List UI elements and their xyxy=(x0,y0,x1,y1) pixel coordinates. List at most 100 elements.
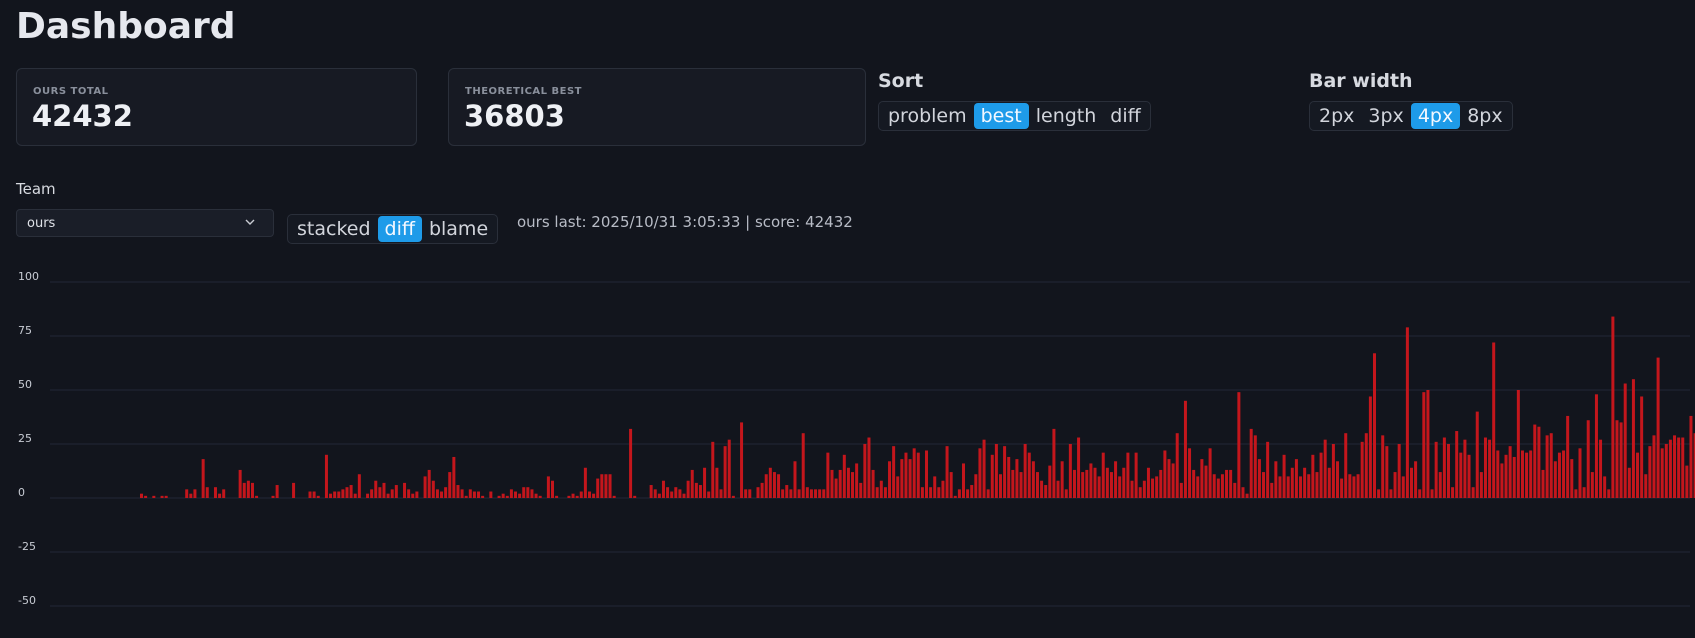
bar xyxy=(937,487,941,498)
bar xyxy=(497,495,501,498)
bar xyxy=(1348,474,1352,498)
sort-option-best[interactable]: best xyxy=(973,103,1029,129)
bar xyxy=(1171,463,1175,498)
bar xyxy=(1385,446,1389,498)
bar-width-option-8px[interactable]: 8px xyxy=(1460,103,1509,129)
bar xyxy=(756,487,760,498)
mode-option-blame[interactable]: blame xyxy=(422,216,495,242)
bar xyxy=(567,495,571,498)
bar xyxy=(1533,424,1537,498)
bar xyxy=(1623,383,1627,498)
bar xyxy=(1557,452,1561,498)
bar xyxy=(1031,461,1035,498)
bar xyxy=(246,480,250,498)
bar xyxy=(1290,467,1294,498)
bar xyxy=(1414,461,1418,498)
bar xyxy=(871,469,875,498)
bar xyxy=(1294,459,1298,498)
bar xyxy=(1105,467,1109,498)
bar xyxy=(546,476,550,498)
bar xyxy=(1266,441,1270,498)
bar xyxy=(415,491,419,498)
bar xyxy=(349,485,353,498)
bar xyxy=(1233,482,1237,498)
bar xyxy=(793,461,797,498)
bar xyxy=(1344,433,1348,498)
bar xyxy=(1196,476,1200,498)
bar xyxy=(896,476,900,498)
bar xyxy=(592,493,596,498)
bar xyxy=(998,474,1002,498)
bar xyxy=(1590,472,1594,498)
bar xyxy=(250,482,254,498)
bar xyxy=(444,487,448,498)
bar xyxy=(690,469,694,498)
bar xyxy=(982,439,986,498)
bar xyxy=(1212,474,1216,498)
bar xyxy=(974,474,978,498)
bar xyxy=(1126,452,1130,498)
bar xyxy=(1114,461,1118,498)
mode-option-diff[interactable]: diff xyxy=(377,216,422,242)
page-title: Dashboard xyxy=(16,6,236,47)
bar xyxy=(1442,437,1446,498)
bar xyxy=(218,493,222,498)
bar-width-option-2px[interactable]: 2px xyxy=(1312,103,1361,129)
bar xyxy=(703,467,707,498)
bar xyxy=(682,493,686,498)
bar xyxy=(390,489,394,498)
bar xyxy=(370,489,374,498)
bar xyxy=(1627,467,1631,498)
bar xyxy=(990,454,994,498)
bar xyxy=(986,489,990,498)
bar xyxy=(1097,476,1101,498)
sort-option-problem[interactable]: problem xyxy=(881,103,974,129)
bar xyxy=(694,482,698,498)
bar xyxy=(1340,478,1344,498)
bar-width-option-4px[interactable]: 4px xyxy=(1410,103,1461,129)
bar xyxy=(1183,400,1187,498)
bar xyxy=(1303,467,1307,498)
mode-option-stacked[interactable]: stacked xyxy=(290,216,378,242)
bar xyxy=(1044,485,1048,498)
bar xyxy=(1331,444,1335,498)
bar xyxy=(740,422,744,498)
bar xyxy=(1093,467,1097,498)
bar xyxy=(1015,459,1019,498)
bar xyxy=(255,495,259,498)
bar xyxy=(522,487,526,498)
bar xyxy=(1003,446,1007,498)
bar xyxy=(875,487,879,498)
bar-width-option-3px[interactable]: 3px xyxy=(1361,103,1410,129)
view-mode-toggle-group: stacked diff blame xyxy=(287,214,499,244)
bar xyxy=(1681,437,1685,498)
bar xyxy=(1677,437,1681,498)
bar xyxy=(633,495,637,498)
bar xyxy=(970,485,974,498)
theoretical-best-value: 36803 xyxy=(464,99,565,133)
bar xyxy=(1352,476,1356,498)
bar xyxy=(1360,441,1364,498)
bar xyxy=(505,495,509,498)
y-tick-label: 100 xyxy=(18,270,39,283)
bar xyxy=(1089,463,1093,498)
bar xyxy=(1578,448,1582,498)
bar xyxy=(978,448,982,498)
bar xyxy=(670,491,674,498)
bar xyxy=(674,487,678,498)
sort-option-diff[interactable]: diff xyxy=(1103,103,1147,129)
bar xyxy=(1619,422,1623,498)
bar xyxy=(571,493,575,498)
bar xyxy=(1475,411,1479,498)
sort-option-length[interactable]: length xyxy=(1029,103,1104,129)
bar xyxy=(657,493,661,498)
bar xyxy=(748,489,752,498)
bar xyxy=(411,493,415,498)
bar xyxy=(1225,469,1229,498)
bar xyxy=(1368,396,1372,498)
bar xyxy=(435,489,439,498)
bar xyxy=(1274,461,1278,498)
bar xyxy=(337,491,341,498)
bar xyxy=(551,480,554,498)
team-select[interactable]: ours xyxy=(16,209,274,237)
